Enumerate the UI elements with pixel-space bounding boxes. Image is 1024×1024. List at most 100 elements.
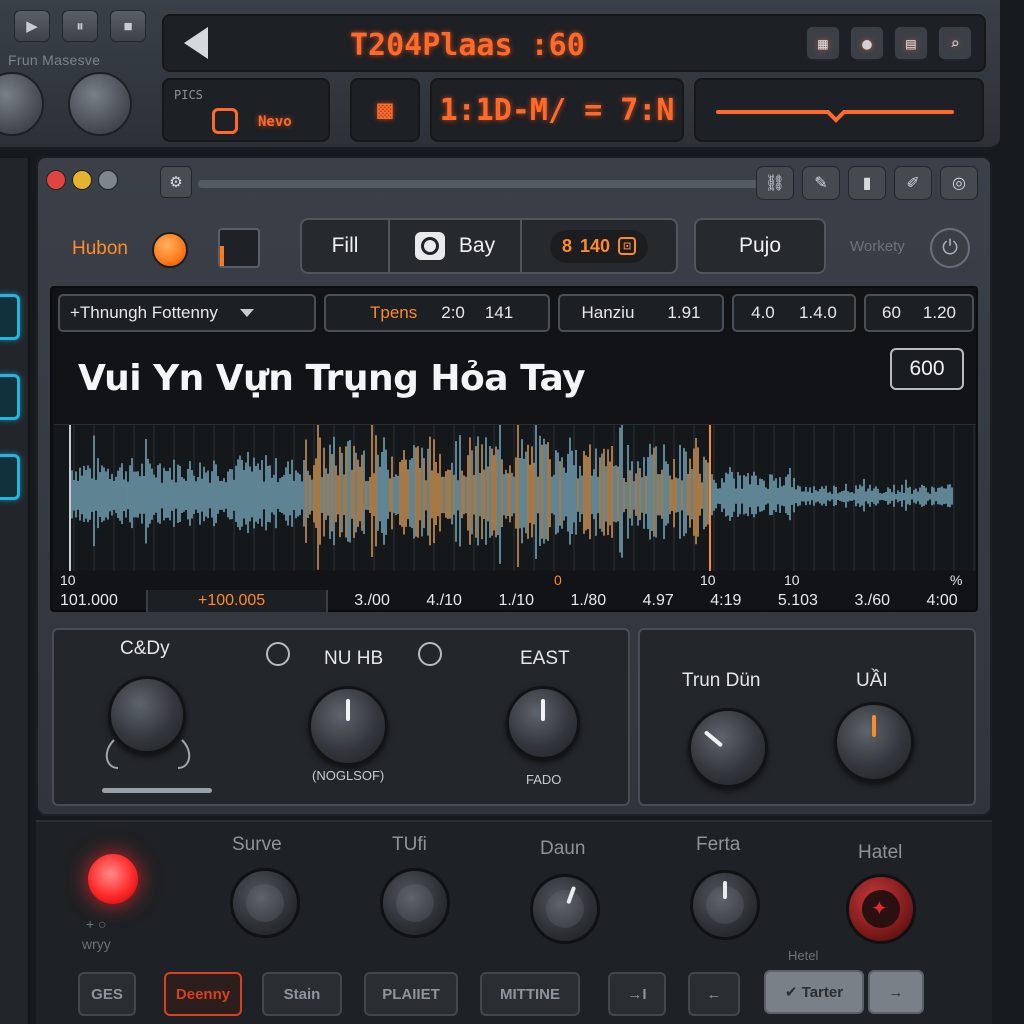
hubon-toggle[interactable] <box>152 232 188 268</box>
ferta-label: Ferta <box>696 834 741 855</box>
settings-icon[interactable]: ◎ <box>940 166 978 200</box>
deenny-button[interactable]: Deenny <box>164 972 242 1016</box>
rate-field[interactable]: 60 1.20 <box>864 294 974 332</box>
east-knob[interactable] <box>506 686 580 760</box>
tufi-knob[interactable] <box>380 868 450 938</box>
value-badge[interactable]: 600 <box>890 348 964 390</box>
time-marker: 3./60 <box>854 592 891 609</box>
bottom-deck: + ○ wryy Surve TUfi Daun Ferta Hatel GES… <box>36 820 992 1024</box>
play-icon: ▶ <box>26 18 38 35</box>
record-led[interactable] <box>88 854 138 904</box>
levels-icon[interactable]: ▮ <box>848 166 886 200</box>
east-sublabel: FADO <box>526 772 562 787</box>
deck-small-label-2: wryy <box>82 936 111 952</box>
document-icon[interactable]: ▤ <box>894 26 928 60</box>
metronome-display[interactable]: ▩ <box>350 78 420 142</box>
pause-button[interactable]: ⏸ <box>62 10 98 42</box>
master-knob-a[interactable] <box>0 72 44 136</box>
scale-label-2: 0 <box>554 572 562 588</box>
plugin-icon[interactable]: ⚙ <box>160 166 192 198</box>
mittine-button[interactable]: MITTINE <box>480 972 580 1016</box>
time-markers: 3./00 4./10 1./10 1./80 4.97 4:19 5.103 3./60 4:… <box>328 590 976 612</box>
mode-selector: Fill Bay 8 140 ⊡ <box>300 218 678 274</box>
meta-label: Hetel <box>788 948 819 963</box>
brush-icon[interactable]: ✐ <box>894 166 932 200</box>
rewind-icon[interactable] <box>184 27 208 59</box>
surve-knob[interactable] <box>230 868 300 938</box>
grid-icon[interactable]: ▦ <box>806 26 840 60</box>
scale-label-1: 10 <box>60 572 76 588</box>
font-select[interactable]: +Thnungh Fottenny <box>58 294 316 332</box>
user-icon[interactable]: ● <box>850 26 884 60</box>
link-mini-icon-2[interactable] <box>418 642 442 666</box>
hanziu-field[interactable]: Hanziu 1.91 <box>558 294 724 332</box>
stop-icon: ■ <box>123 17 133 35</box>
back-button[interactable]: ← <box>688 972 740 1016</box>
level-display <box>694 78 984 142</box>
edit-icon[interactable]: ✎ <box>802 166 840 200</box>
fill-button[interactable]: Fill <box>302 220 390 272</box>
bypass-toggle[interactable] <box>218 228 260 268</box>
waveform-editor: +Thnungh Fottenny Tpens 2:0 141 Hanziu 1… <box>50 286 978 612</box>
waveform-display[interactable] <box>54 406 976 571</box>
plaiiet-button[interactable]: PLAIIET <box>364 972 458 1016</box>
plugin-window: ⚙ ⛓ ✎ ▮ ✐ ◎ Hubon Fill Bay 8 140 ⊡ Pujo … <box>36 156 992 816</box>
scale-label-4: 10 <box>784 572 800 588</box>
power-icon[interactable]: ⏻ <box>930 228 970 268</box>
time-marker: 4:00 <box>926 592 958 609</box>
trundun-knob[interactable] <box>688 708 768 788</box>
display-readout: T204Plaas :60 <box>350 28 585 63</box>
tpens-field[interactable]: Tpens 2:0 141 <box>324 294 550 332</box>
daun-knob[interactable] <box>530 874 600 944</box>
hatel-label: Hatel <box>858 842 903 863</box>
uai-label: UẦI <box>856 670 888 691</box>
play-button[interactable]: ▶ <box>14 10 50 42</box>
edge-button-2[interactable] <box>0 374 20 420</box>
close-button[interactable] <box>46 170 66 190</box>
counter-b: 140 <box>579 235 611 256</box>
tarter-button[interactable]: ✔ Tarter <box>764 970 864 1014</box>
tufi-label: TUfi <box>392 834 427 855</box>
search-icon[interactable]: ⌕ <box>938 26 972 60</box>
minimize-button[interactable] <box>72 170 92 190</box>
skip-forward-button[interactable]: →I <box>608 972 666 1016</box>
edge-button-1[interactable] <box>0 294 20 340</box>
knob-panel-right: Trun Dün UẦI <box>638 628 976 806</box>
left-edge-strip <box>0 158 30 1024</box>
link-icon[interactable]: ⛓ <box>756 166 794 200</box>
level-line <box>716 110 954 123</box>
transport-bar: ▶ ⏸ ■ Frun Masesve T204Plaas :60 ▦ ● ▤ ⌕… <box>0 0 1000 150</box>
time-offset[interactable]: +100.005 <box>148 590 328 612</box>
ferta-knob[interactable] <box>690 870 760 940</box>
ratio-label: 4.0 <box>751 303 775 322</box>
maximize-button[interactable] <box>98 170 118 190</box>
uai-knob[interactable] <box>834 702 914 782</box>
surve-label: Surve <box>232 834 282 855</box>
tpens-label: Tpens <box>370 303 418 322</box>
hatel-knob[interactable] <box>846 874 916 944</box>
bay-label: Bay <box>458 234 496 257</box>
stain-button[interactable]: Stain <box>262 972 342 1016</box>
bay-button[interactable]: Bay <box>390 220 522 272</box>
scale-label-5: % <box>950 572 963 588</box>
workety-label: Workety <box>850 238 905 255</box>
pujo-button[interactable]: Pujo <box>694 218 826 274</box>
tpens-value-2: 141 <box>484 303 514 322</box>
chevron-down-icon <box>239 309 254 317</box>
ges-button[interactable]: GES <box>78 972 136 1016</box>
stop-button[interactable]: ■ <box>110 10 146 42</box>
link-mini-icon[interactable] <box>266 642 290 666</box>
main-display: T204Plaas :60 ▦ ● ▤ ⌕ <box>162 14 986 72</box>
time-marker: 5.103 <box>777 592 818 609</box>
edge-button-3[interactable] <box>0 454 20 500</box>
next-button[interactable]: → <box>868 970 924 1014</box>
panel-underline <box>102 788 212 793</box>
knob-panel-left: C&Dy NU HB (NOGLSOF) EAST FADO <box>52 628 630 806</box>
nuhb-knob[interactable] <box>308 686 388 766</box>
master-knob-b[interactable] <box>68 72 132 136</box>
ratio-field[interactable]: 4.0 1.4.0 <box>732 294 856 332</box>
pics-display[interactable]: PICS Nevo <box>162 78 330 142</box>
counter-display[interactable]: 8 140 ⊡ <box>522 220 676 272</box>
cdy-label: C&Dy <box>120 638 170 659</box>
time-marker: 3./00 <box>354 592 390 609</box>
